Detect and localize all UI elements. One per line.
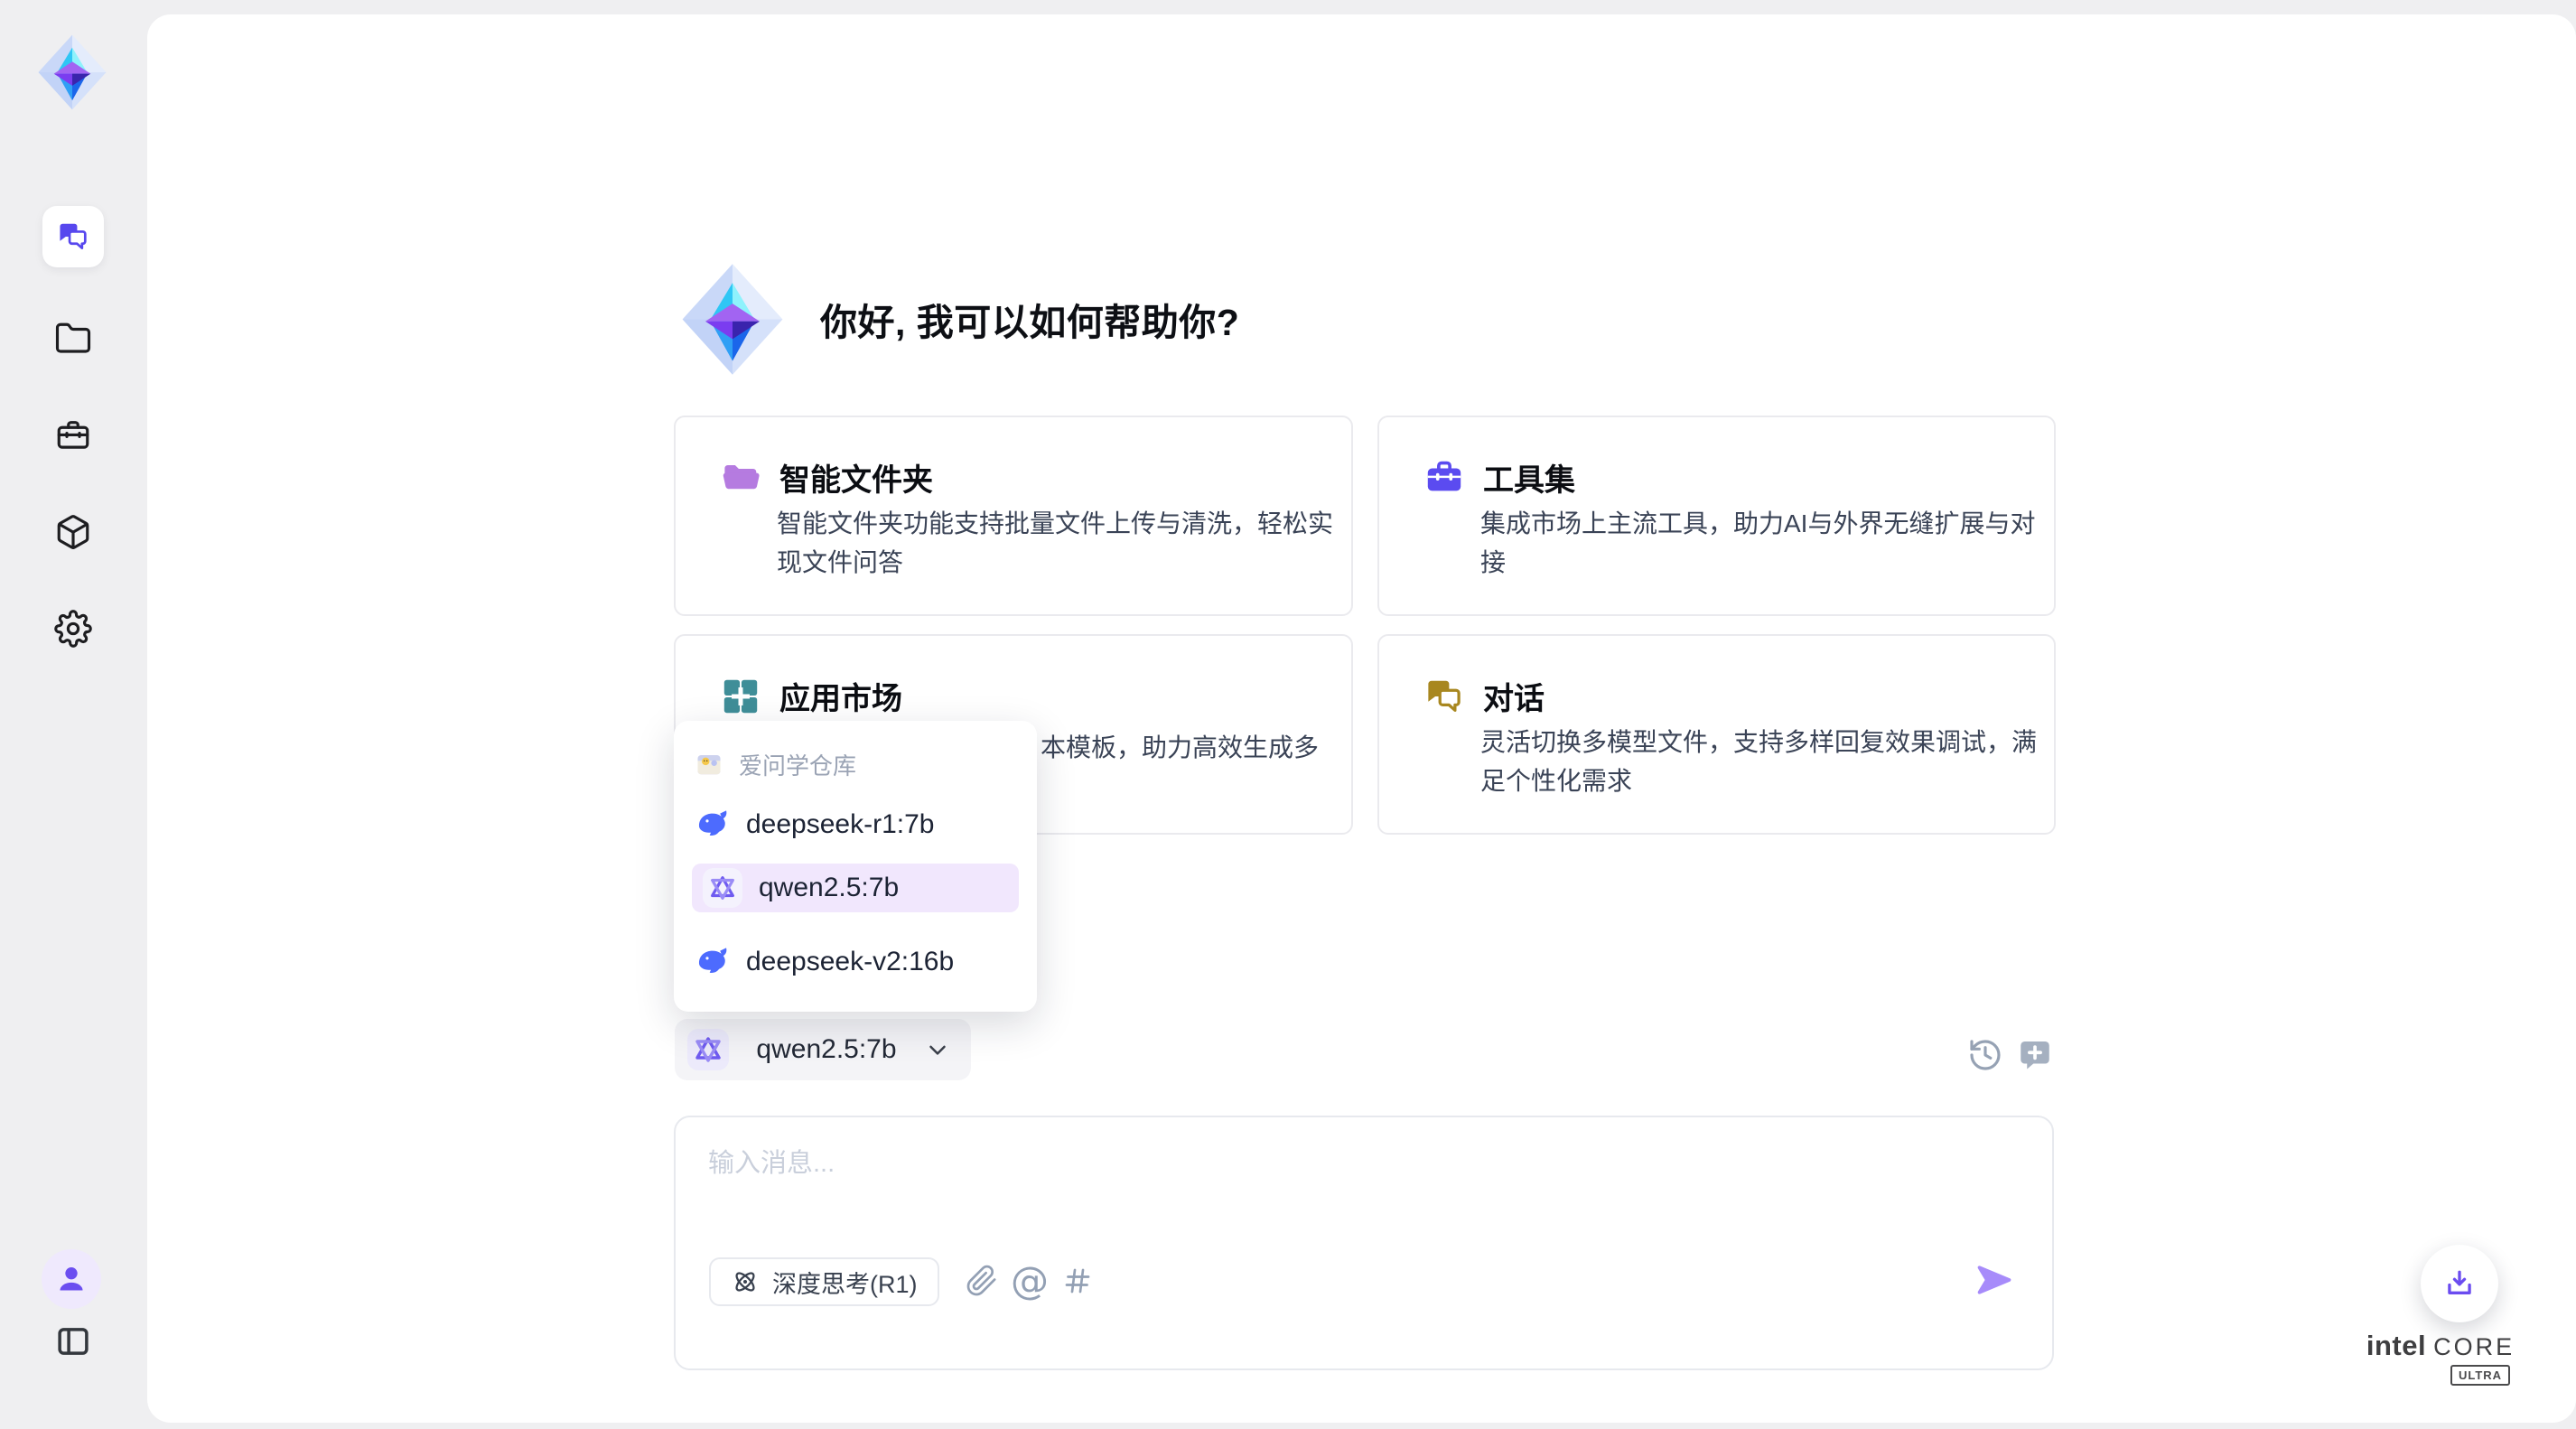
sidebar-toggle-icon <box>54 1322 92 1360</box>
deepseek-whale-icon <box>695 945 730 979</box>
card-description: 灵活切换多模型文件，支持多样回复效果调试，满足个性化需求 <box>1480 723 2039 800</box>
mention-button[interactable]: @ <box>1011 1258 1049 1303</box>
sidebar-item-models[interactable] <box>54 513 92 551</box>
deep-think-label: 深度思考(R1) <box>772 1265 918 1300</box>
app-logo <box>33 33 111 111</box>
send-button[interactable] <box>1974 1260 2014 1300</box>
qwen-icon <box>692 1033 724 1066</box>
card-description-partial: 本模板，助力高效生成多 <box>1041 728 1319 767</box>
atom-icon <box>731 1267 760 1296</box>
history-button[interactable] <box>1967 1037 2003 1073</box>
card-head: 智能文件夹 <box>720 455 933 500</box>
card-toolset[interactable]: 工具集 集成市场上主流工具，助力AI与外界无缝扩展与对接 <box>1377 416 2056 616</box>
hashtag-button[interactable] <box>1061 1265 1094 1302</box>
message-input[interactable] <box>708 1141 1792 1186</box>
dropdown-header: 爱问学仓库 <box>695 744 1015 784</box>
repo-folder-icon <box>695 751 723 778</box>
card-description: 集成市场上主流工具，助力AI与外界无缝扩展与对接 <box>1480 504 2039 582</box>
toolbox-icon <box>54 416 92 454</box>
intel-word: intel <box>2366 1330 2426 1362</box>
sidebar-toggle-button[interactable] <box>54 1322 92 1360</box>
dropdown-item-deepseek-v2[interactable]: deepseek-v2:16b <box>695 938 1015 986</box>
send-icon <box>1974 1260 2014 1300</box>
diamond-logo-icon <box>33 33 111 111</box>
intel-core-logo: intel core ULTRA <box>2359 1330 2522 1386</box>
user-avatar[interactable] <box>42 1249 101 1309</box>
app-grid-icon <box>720 676 761 717</box>
attach-button[interactable] <box>966 1265 998 1302</box>
greeting-title: 你好, 我可以如何帮助你? <box>820 292 1239 346</box>
card-title: 对话 <box>1483 674 1545 718</box>
hash-icon <box>1061 1265 1094 1297</box>
sidebar <box>0 0 147 1429</box>
paperclip-icon <box>966 1265 998 1297</box>
new-chat-button[interactable] <box>2016 1035 2054 1073</box>
sidebar-item-toolbox[interactable] <box>54 416 92 454</box>
folder-icon <box>54 320 92 358</box>
sidebar-item-chat[interactable] <box>42 206 104 267</box>
user-icon <box>53 1261 89 1297</box>
dropdown-item-label: deepseek-r1:7b <box>746 809 934 840</box>
new-chat-icon <box>2016 1035 2054 1073</box>
chevron-down-icon <box>924 1036 951 1063</box>
gear-icon <box>54 610 92 648</box>
card-head: 对话 <box>1423 674 1545 718</box>
dropdown-header-label: 爱问学仓库 <box>739 748 856 781</box>
at-icon: @ <box>1011 1258 1049 1303</box>
dropdown-item-deepseek-r1[interactable]: deepseek-r1:7b <box>695 800 1015 849</box>
greeting: 你好, 我可以如何帮助你? <box>674 261 1239 377</box>
download-fab[interactable] <box>2421 1245 2498 1322</box>
folder-open-icon <box>720 457 761 499</box>
deep-think-toggle[interactable]: 深度思考(R1) <box>709 1257 939 1306</box>
diamond-logo-icon <box>674 262 791 377</box>
card-conversation[interactable]: 对话 灵活切换多模型文件，支持多样回复效果调试，满足个性化需求 <box>1377 634 2056 835</box>
core-word: core <box>2433 1333 2515 1361</box>
qwen-badge <box>703 868 742 908</box>
card-title: 应用市场 <box>779 674 902 718</box>
download-icon <box>2442 1266 2477 1301</box>
deepseek-whale-icon <box>695 808 730 842</box>
sidebar-item-settings[interactable] <box>54 610 92 648</box>
history-icon <box>1967 1037 2003 1073</box>
dropdown-item-qwen-selected[interactable]: qwen2.5:7b <box>692 864 1019 912</box>
card-title: 智能文件夹 <box>779 455 933 500</box>
app-window: 你好, 我可以如何帮助你? 智能文件夹 智能文件夹功能支持批量文件上传与清洗，轻… <box>0 0 2576 1429</box>
model-selector-button[interactable]: qwen2.5:7b <box>675 1019 971 1080</box>
message-composer: 深度思考(R1) @ <box>674 1116 2054 1370</box>
chat-bubbles-icon <box>1423 676 1465 717</box>
chat-bubbles-icon <box>56 219 90 254</box>
model-dropdown: 爱问学仓库 deepseek-r1:7b qwen2.5:7b <box>674 721 1037 1012</box>
card-smart-folder[interactable]: 智能文件夹 智能文件夹功能支持批量文件上传与清洗，轻松实现文件问答 <box>674 416 1353 616</box>
card-head: 工具集 <box>1423 455 1575 500</box>
card-head: 应用市场 <box>720 674 902 718</box>
cube-icon <box>54 513 92 551</box>
dropdown-item-label: deepseek-v2:16b <box>746 947 954 977</box>
card-title: 工具集 <box>1483 455 1575 500</box>
model-selector-value: qwen2.5:7b <box>749 1034 904 1065</box>
card-description: 智能文件夹功能支持批量文件上传与清洗，轻松实现文件问答 <box>777 504 1335 582</box>
sidebar-item-folders[interactable] <box>54 320 92 358</box>
briefcase-icon <box>1423 457 1465 499</box>
dropdown-item-label: qwen2.5:7b <box>759 873 899 903</box>
qwen-icon <box>707 873 738 903</box>
qwen-badge <box>687 1029 729 1070</box>
ultra-badge: ULTRA <box>2450 1365 2510 1386</box>
intel-core-wordmark: intel core <box>2359 1330 2522 1362</box>
